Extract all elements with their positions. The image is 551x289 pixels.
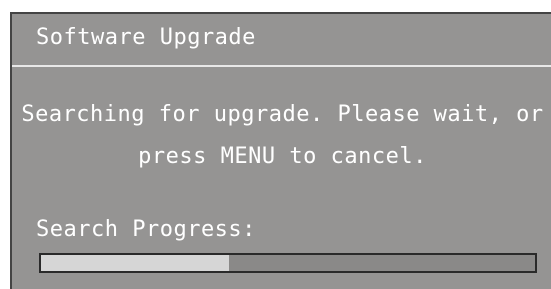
status-message-line-1: Searching for upgrade. Please wait, or xyxy=(21,102,544,127)
screen: Software Upgrade Searching for upgrade. … xyxy=(0,0,551,289)
dialog-title: Software Upgrade xyxy=(36,25,256,50)
status-message: Searching for upgrade. Please wait, or p… xyxy=(12,94,551,178)
title-divider xyxy=(12,65,551,67)
search-progress-bar xyxy=(39,253,537,273)
software-upgrade-dialog: Software Upgrade Searching for upgrade. … xyxy=(10,12,551,289)
search-progress-fill xyxy=(41,255,229,271)
progress-label: Search Progress: xyxy=(36,217,256,242)
status-message-line-2: press MENU to cancel. xyxy=(138,144,427,169)
